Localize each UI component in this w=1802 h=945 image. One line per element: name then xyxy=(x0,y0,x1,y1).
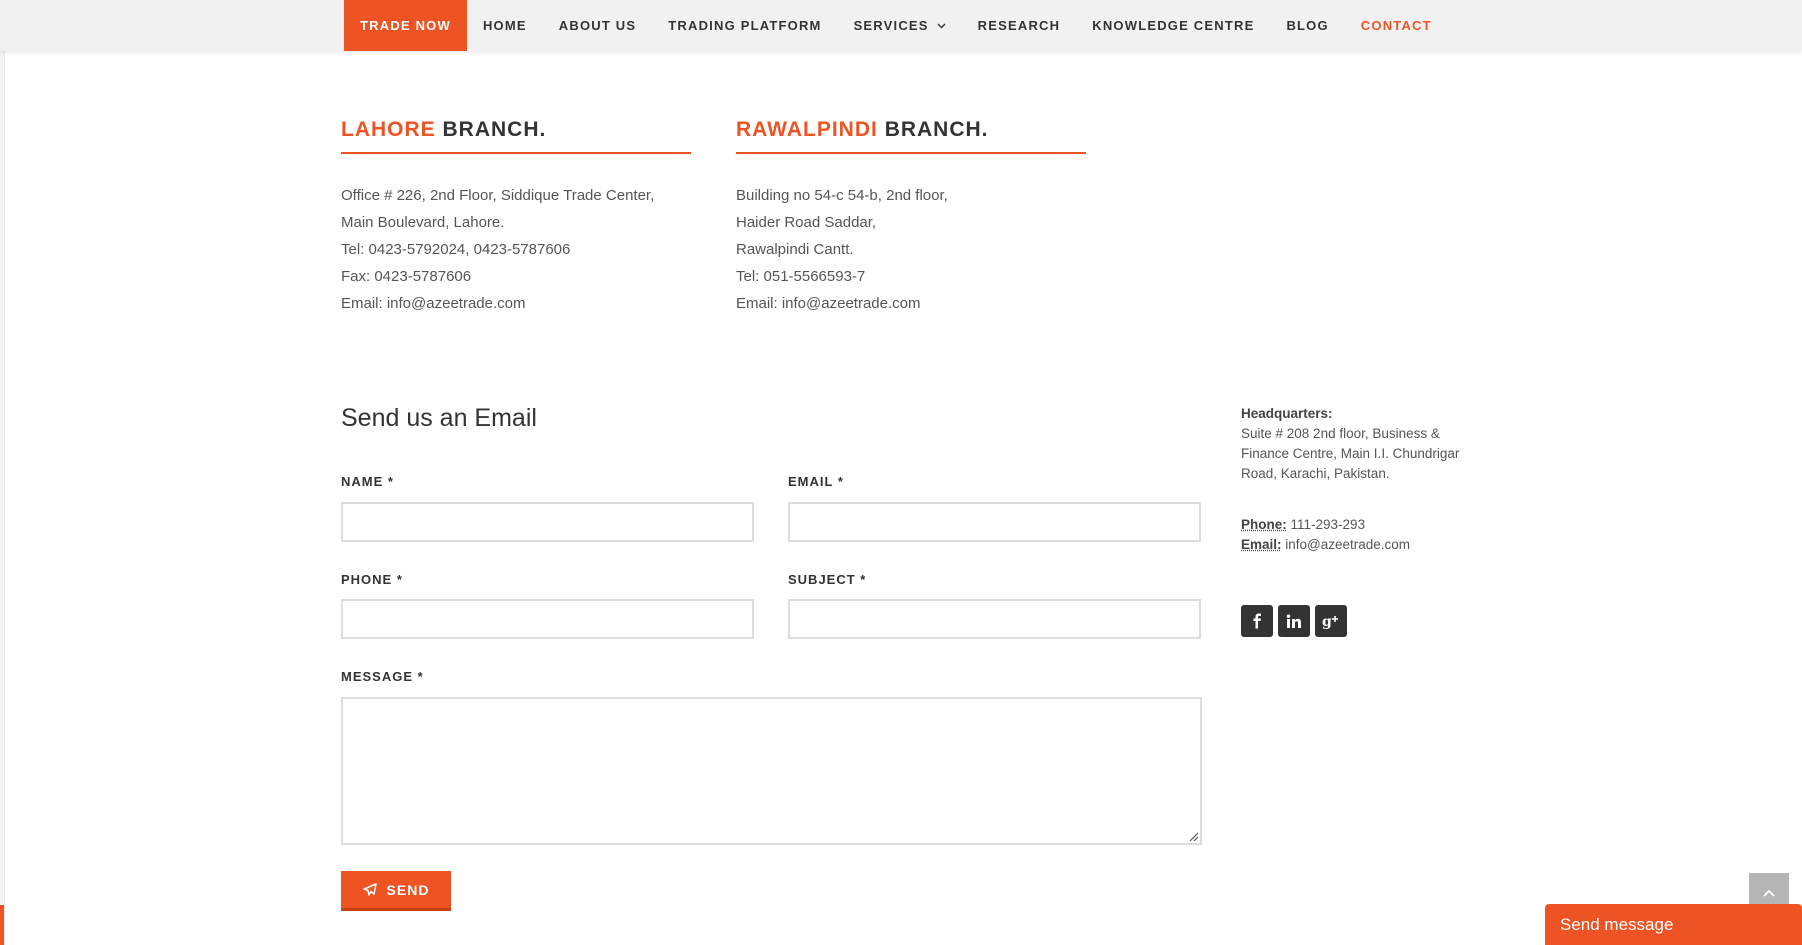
branch-lahore: LAHORE BRANCH. Office # 226, 2nd Floor, … xyxy=(341,118,691,317)
hq-email[interactable]: info@azeetrade.com xyxy=(1285,537,1410,552)
subject-field[interactable] xyxy=(788,599,1201,639)
nav-menu: TRADE NOW HOME ABOUT US TRADING PLATFORM… xyxy=(344,0,1448,51)
name-field[interactable] xyxy=(341,502,754,542)
branch-title: LAHORE BRANCH. xyxy=(341,118,691,154)
branch-rawalpindi: RAWALPINDI BRANCH. Building no 54-c 54-b… xyxy=(736,118,1086,317)
branch-line: Office # 226, 2nd Floor, Siddique Trade … xyxy=(341,187,655,204)
nav-item-services-label: SERVICES xyxy=(853,17,929,33)
facebook-icon[interactable] xyxy=(1241,605,1273,637)
google-plus-icon[interactable]: g xyxy=(1315,605,1347,637)
paper-plane-icon xyxy=(362,883,377,896)
branch-suffix: BRANCH. xyxy=(884,118,989,141)
nav-item-blog[interactable]: BLOG xyxy=(1270,0,1344,51)
nav-item-knowledge-centre[interactable]: KNOWLEDGE CENTRE xyxy=(1076,0,1270,51)
hq-phone-label: Phone: xyxy=(1241,517,1287,532)
branch-address: Office # 226, 2nd Floor, Siddique Trade … xyxy=(341,182,691,317)
branch-line: Haider Road Saddar, xyxy=(736,214,877,231)
name-label: NAME * xyxy=(341,474,394,489)
branch-tel: Tel: 0423-5792024, 0423-5787606 xyxy=(341,241,571,258)
message-label: MESSAGE * xyxy=(341,669,424,684)
nav-item-trade-now[interactable]: TRADE NOW xyxy=(344,0,467,51)
branch-suffix: BRANCH. xyxy=(442,118,547,141)
branch-line: Main Boulevard, Lahore. xyxy=(341,214,505,231)
nav-item-about-us[interactable]: ABOUT US xyxy=(543,0,653,51)
nav-item-home[interactable]: HOME xyxy=(467,0,543,51)
nav-item-services[interactable]: SERVICES xyxy=(838,0,962,52)
nav-item-research[interactable]: RESEARCH xyxy=(962,0,1077,51)
message-textarea[interactable] xyxy=(341,697,1202,845)
send-button-label: SEND xyxy=(386,881,430,898)
hq-phone-row: Phone: 111-293-293 xyxy=(1241,515,1481,535)
nav-item-trading-platform[interactable]: TRADING PLATFORM xyxy=(652,0,837,51)
branch-email: Email: info@azeetrade.com xyxy=(736,295,921,312)
nav-item-contact[interactable]: CONTACT xyxy=(1345,0,1448,51)
linkedin-icon[interactable] xyxy=(1278,605,1310,637)
branch-address: Building no 54-c 54-b, 2nd floor, Haider… xyxy=(736,182,1086,317)
branch-city: RAWALPINDI xyxy=(736,118,878,141)
branch-city: LAHORE xyxy=(341,118,436,141)
branch-title: RAWALPINDI BRANCH. xyxy=(736,118,1086,154)
phone-field[interactable] xyxy=(341,599,754,639)
branch-fax: Fax: 0423-5787606 xyxy=(341,268,472,285)
hq-email-label: Email: xyxy=(1241,537,1282,552)
top-navbar: TRADE NOW HOME ABOUT US TRADING PLATFORM… xyxy=(0,0,1802,51)
hq-address: Suite # 208 2nd floor, Business & Financ… xyxy=(1241,426,1460,481)
hq-email-row: Email: info@azeetrade.com xyxy=(1241,535,1481,555)
branch-line: Rawalpindi Cantt. xyxy=(736,241,854,258)
send-button[interactable]: SEND xyxy=(341,871,451,911)
branch-email: Email: info@azeetrade.com xyxy=(341,295,526,312)
phone-label: PHONE * xyxy=(341,572,403,587)
branch-line: Building no 54-c 54-b, 2nd floor, xyxy=(736,187,948,204)
hq-heading: Headquarters: xyxy=(1241,406,1333,421)
hq-phone: 111-293-293 xyxy=(1290,517,1366,532)
chat-send-message-button[interactable]: Send message xyxy=(1545,904,1802,945)
form-title: Send us an Email xyxy=(341,404,537,432)
page-left-edge xyxy=(0,0,5,945)
left-edge-tab[interactable] xyxy=(0,905,4,945)
resize-grip-icon[interactable] xyxy=(1188,831,1198,841)
email-label: EMAIL * xyxy=(788,474,844,489)
email-field[interactable] xyxy=(788,502,1201,542)
svg-text:g: g xyxy=(1322,614,1332,629)
branch-tel: Tel: 051-5566593-7 xyxy=(736,268,866,285)
chevron-up-icon xyxy=(1763,889,1775,897)
social-links: g xyxy=(1241,605,1347,637)
headquarters-info: Headquarters: Suite # 208 2nd floor, Bus… xyxy=(1241,404,1481,555)
subject-label: SUBJECT * xyxy=(788,572,867,587)
chevron-down-icon xyxy=(937,1,946,52)
